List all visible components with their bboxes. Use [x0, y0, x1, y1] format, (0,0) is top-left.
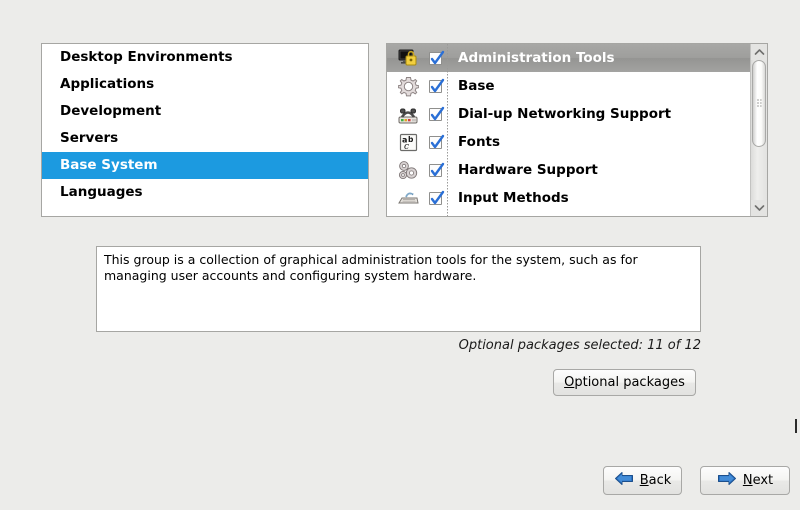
- arrow-left-icon: [614, 471, 634, 490]
- optional-packages-count: Optional packages selected: 11 of 12: [459, 338, 701, 353]
- back-button-label: ack: [649, 473, 672, 488]
- group-list[interactable]: Administration Tools Base: [387, 44, 750, 216]
- group-checkbox[interactable]: [429, 136, 442, 149]
- group-description-text: This group is a collection of graphical …: [104, 252, 638, 283]
- keyboard-icon: [395, 187, 421, 209]
- group-label: Hardware Support: [458, 162, 598, 178]
- optional-packages-button-mnemonic: O: [564, 375, 574, 390]
- monitor-lock-icon: [395, 47, 421, 69]
- group-label: Administration Tools: [458, 50, 615, 66]
- group-checkbox[interactable]: [429, 192, 442, 205]
- scroll-down-icon[interactable]: [751, 200, 767, 216]
- back-button-text: Back: [640, 473, 672, 488]
- group-row[interactable]: Hardware Support: [387, 156, 750, 184]
- font-letters-icon: a b c: [395, 131, 421, 153]
- group-list-scrollbar[interactable]: [750, 44, 767, 216]
- back-button-mnemonic: B: [640, 473, 649, 488]
- telephone-icon: [395, 103, 421, 125]
- back-button[interactable]: Back: [603, 466, 682, 495]
- group-row[interactable]: Dial-up Networking Support: [387, 100, 750, 128]
- group-label: Input Methods: [458, 190, 569, 206]
- category-item-label: Base System: [60, 157, 158, 173]
- next-button-label: ext: [753, 473, 774, 488]
- group-row[interactable]: Input Methods: [387, 184, 750, 212]
- group-description: This group is a collection of graphical …: [96, 246, 701, 332]
- category-item[interactable]: Desktop Environments: [42, 44, 368, 71]
- category-item[interactable]: Development: [42, 98, 368, 125]
- category-item-selected[interactable]: Base System: [42, 152, 368, 179]
- optional-packages-count-text: Optional packages selected: 11 of 12: [459, 338, 701, 353]
- optional-packages-button-label: ptional packages: [574, 375, 685, 390]
- category-item-label: Development: [60, 103, 161, 119]
- group-checkbox[interactable]: [429, 164, 442, 177]
- category-item[interactable]: Languages: [42, 179, 368, 206]
- arrow-right-icon: [717, 471, 737, 490]
- cogs-icon: [395, 159, 421, 181]
- group-checkbox[interactable]: [429, 108, 442, 121]
- group-checkbox[interactable]: [429, 52, 442, 65]
- next-button-mnemonic: N: [743, 473, 753, 488]
- next-button[interactable]: Next: [700, 466, 790, 495]
- scrollbar-grip: [757, 99, 762, 108]
- window-edge-artifact: [795, 419, 797, 433]
- category-item-label: Applications: [60, 76, 154, 92]
- group-list-panel: Administration Tools Base: [386, 43, 768, 217]
- optional-packages-button[interactable]: Optional packages: [553, 369, 696, 396]
- group-checkbox[interactable]: [429, 80, 442, 93]
- scroll-up-icon[interactable]: [751, 44, 767, 60]
- category-item-label: Languages: [60, 184, 143, 200]
- group-row[interactable]: Base: [387, 72, 750, 100]
- category-item[interactable]: Servers: [42, 125, 368, 152]
- gear-icon: [395, 75, 421, 97]
- category-item[interactable]: Applications: [42, 71, 368, 98]
- group-label: Base: [458, 78, 495, 94]
- group-row[interactable]: a b c Fonts: [387, 128, 750, 156]
- group-row[interactable]: Administration Tools: [387, 44, 750, 72]
- category-item-label: Servers: [60, 130, 118, 146]
- scrollbar-track[interactable]: [751, 60, 767, 200]
- group-label: Dial-up Networking Support: [458, 106, 671, 122]
- category-item-label: Desktop Environments: [60, 49, 233, 65]
- scrollbar-thumb[interactable]: [752, 60, 766, 147]
- category-list[interactable]: Desktop Environments Applications Develo…: [41, 43, 369, 217]
- group-label: Fonts: [458, 134, 500, 150]
- svg-text:c: c: [404, 142, 409, 152]
- next-button-text: Next: [743, 473, 773, 488]
